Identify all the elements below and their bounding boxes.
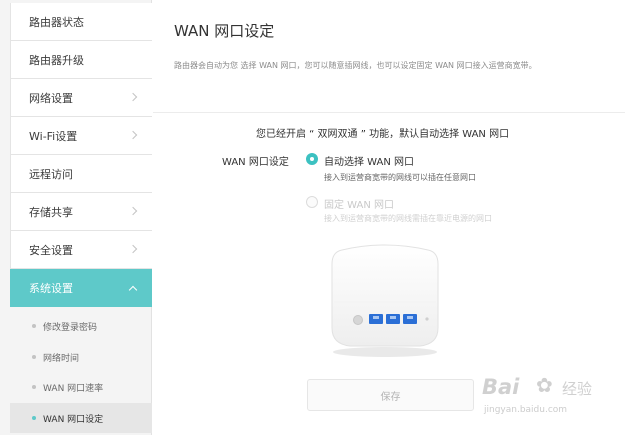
sidebar-item-security-settings[interactable]: 安全设置 (10, 231, 152, 269)
wan-port-setting-label: WAN 网口设定 (222, 157, 289, 168)
sidebar-item-system-settings[interactable]: 系统设置 (10, 269, 152, 307)
sidebar-item-storage-sharing[interactable]: 存储共享 (10, 193, 152, 231)
sidebar-subitem-label: WAN 网口设定 (43, 414, 104, 425)
power-port-icon (353, 315, 363, 325)
watermark-suffix: 经验 (562, 380, 593, 398)
sidebar-subitem-label: 修改登录密码 (43, 322, 98, 333)
sidebar-item-label: 网络设置 (29, 91, 73, 105)
sidebar-item-remote-access[interactable]: 远程访问 (10, 155, 152, 193)
bullet-dot-icon (32, 355, 36, 359)
page-title: WAN 网口设定 (174, 22, 275, 40)
save-button[interactable]: 保存 (307, 379, 474, 411)
chevron-right-icon (128, 92, 138, 102)
chevron-right-icon (128, 206, 138, 216)
header-divider (153, 112, 625, 113)
sidebar-subitem-label: 网络时间 (43, 353, 80, 364)
watermark-url: jingyan.baidu.com (484, 405, 568, 415)
fixed-wan-hint: 接入到运营商宽带的网线需插在靠近电源的网口 (324, 214, 492, 223)
sidebar-subitem-change-password[interactable]: 修改登录密码 (10, 311, 152, 341)
auto-select-wan-label[interactable]: 自动选择 WAN 网口 (324, 153, 414, 168)
baidu-jingyan-watermark: Bai ✿ 经验 jingyan.baidu.com (482, 371, 602, 423)
bullet-dot-icon (32, 416, 36, 420)
chevron-right-icon (128, 130, 138, 140)
bullet-dot-icon (32, 324, 36, 328)
chevron-up-icon (128, 285, 138, 295)
sidebar-subitem-label: WAN 网口速率 (43, 383, 104, 394)
sidebar-item-router-upgrade[interactable]: 路由器升级 (10, 41, 152, 79)
sidebar-item-network-settings[interactable]: 网络设置 (10, 79, 152, 117)
sidebar: 路由器状态 路由器升级 网络设置 Wi-Fi设置 远程访问 存储共享 安全设置 … (0, 0, 152, 435)
page-description: 路由器会自动为您 选择 WAN 网口，您可以随意插网线，也可以设定固定 WAN … (174, 61, 537, 70)
sidebar-item-label: Wi-Fi设置 (29, 129, 78, 143)
chevron-right-icon (128, 244, 138, 254)
fixed-wan-radio (306, 196, 318, 208)
sidebar-item-wifi-settings[interactable]: Wi-Fi设置 (10, 117, 152, 155)
bullet-dot-icon (32, 385, 36, 389)
dual-wan-notice: 您已经开启 “ 双网双通 ” 功能，默认自动选择 WAN 网口 (256, 129, 510, 140)
auto-select-wan-hint: 接入到运营商宽带的网线可以插在任意网口 (324, 173, 476, 182)
sidebar-item-label: 存储共享 (29, 205, 73, 219)
paw-icon: ✿ (536, 373, 553, 397)
fixed-wan-label: 固定 WAN 网口 (324, 200, 395, 211)
sidebar-item-label: 路由器状态 (29, 15, 84, 29)
router-illustration (331, 244, 439, 357)
sidebar-subitem-wan-port-setting[interactable]: WAN 网口设定 (10, 403, 152, 433)
sidebar-subitem-wan-speed[interactable]: WAN 网口速率 (10, 372, 152, 402)
sidebar-item-label: 安全设置 (29, 243, 73, 257)
watermark-brand: Bai (482, 375, 520, 399)
sidebar-subitem-network-time[interactable]: 网络时间 (10, 342, 152, 372)
sidebar-item-label: 系统设置 (29, 281, 73, 295)
sidebar-item-label: 路由器升级 (29, 53, 84, 67)
sidebar-item-label: 远程访问 (29, 167, 73, 181)
sidebar-item-router-status[interactable]: 路由器状态 (10, 3, 152, 41)
auto-select-wan-radio[interactable] (306, 153, 318, 165)
